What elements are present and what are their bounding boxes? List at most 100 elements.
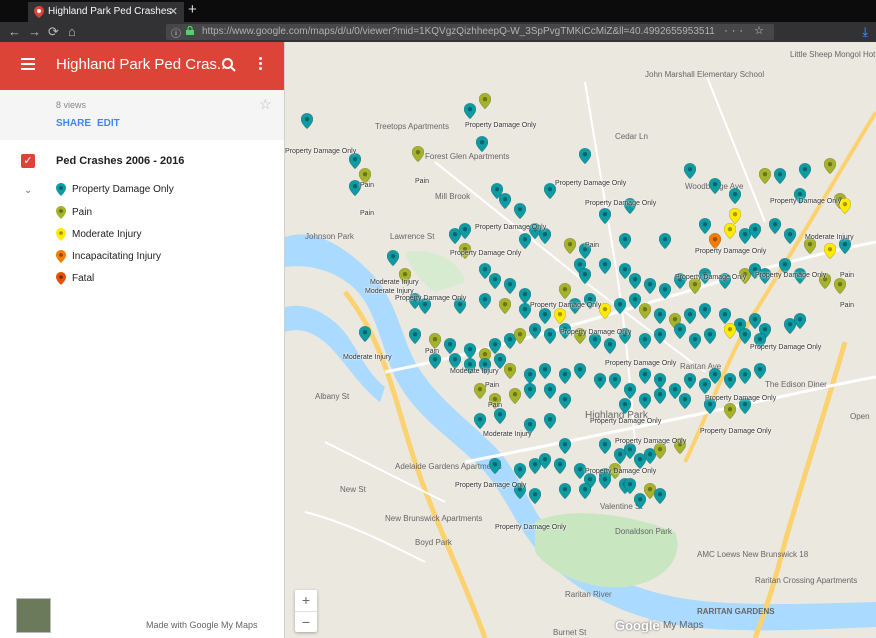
- crash-marker-pin-icon[interactable]: [523, 382, 537, 400]
- crash-marker-pin-icon[interactable]: [528, 322, 542, 340]
- crash-marker-pin-icon[interactable]: [723, 222, 737, 240]
- crash-marker-pin-icon[interactable]: [793, 312, 807, 330]
- page-actions[interactable]: ··· ☆: [724, 24, 768, 37]
- crash-marker-pin-icon[interactable]: [498, 192, 512, 210]
- crash-marker-pin-icon[interactable]: [738, 327, 752, 345]
- new-tab-button[interactable]: +: [188, 1, 197, 18]
- layer-checkbox[interactable]: ✓: [21, 154, 35, 168]
- satellite-toggle[interactable]: [16, 598, 51, 633]
- crash-marker-pin-icon[interactable]: [703, 327, 717, 345]
- crash-marker-pin-icon[interactable]: [658, 232, 672, 250]
- crash-marker-pin-icon[interactable]: [698, 217, 712, 235]
- crash-marker-pin-icon[interactable]: [753, 362, 767, 380]
- crash-marker-pin-icon[interactable]: [386, 249, 400, 267]
- home-button[interactable]: ⌂: [68, 24, 76, 39]
- crash-marker-pin-icon[interactable]: [773, 167, 787, 185]
- crash-marker-pin-icon[interactable]: [833, 277, 847, 295]
- crash-marker-pin-icon[interactable]: [603, 337, 617, 355]
- share-button[interactable]: SHARE: [56, 118, 91, 129]
- crash-marker-pin-icon[interactable]: [473, 412, 487, 430]
- edit-button[interactable]: EDIT: [97, 118, 120, 129]
- crash-marker-pin-icon[interactable]: [498, 297, 512, 315]
- crash-marker-pin-icon[interactable]: [463, 342, 477, 360]
- info-icon[interactable]: ⓘ: [171, 25, 181, 40]
- crash-marker-pin-icon[interactable]: [408, 327, 422, 345]
- crash-marker-pin-icon[interactable]: [643, 277, 657, 295]
- crash-marker-pin-icon[interactable]: [538, 452, 552, 470]
- crash-marker-pin-icon[interactable]: [748, 222, 762, 240]
- crash-marker-pin-icon[interactable]: [658, 282, 672, 300]
- crash-marker-pin-icon[interactable]: [523, 367, 537, 385]
- crash-marker-pin-icon[interactable]: [578, 147, 592, 165]
- crash-marker-pin-icon[interactable]: [783, 227, 797, 245]
- crash-marker-pin-icon[interactable]: [653, 327, 667, 345]
- crash-marker-pin-icon[interactable]: [598, 257, 612, 275]
- crash-marker-pin-icon[interactable]: [688, 332, 702, 350]
- crash-marker-pin-icon[interactable]: [503, 277, 517, 295]
- crash-marker-pin-icon[interactable]: [463, 102, 477, 120]
- menu-icon[interactable]: [21, 58, 35, 70]
- crash-marker-pin-icon[interactable]: [738, 367, 752, 385]
- crash-marker-pin-icon[interactable]: [678, 392, 692, 410]
- crash-marker-pin-icon[interactable]: [723, 402, 737, 420]
- crash-marker-pin-icon[interactable]: [718, 307, 732, 325]
- crash-marker-pin-icon[interactable]: [448, 352, 462, 370]
- crash-marker-pin-icon[interactable]: [578, 267, 592, 285]
- crash-marker-pin-icon[interactable]: [638, 392, 652, 410]
- crash-marker-pin-icon[interactable]: [598, 437, 612, 455]
- crash-marker-pin-icon[interactable]: [538, 307, 552, 325]
- crash-marker-pin-icon[interactable]: [558, 392, 572, 410]
- crash-marker-pin-icon[interactable]: [478, 92, 492, 110]
- crash-marker-pin-icon[interactable]: [618, 397, 632, 415]
- crash-marker-pin-icon[interactable]: [553, 457, 567, 475]
- crash-marker-pin-icon[interactable]: [683, 162, 697, 180]
- crash-marker-pin-icon[interactable]: [493, 407, 507, 425]
- crash-marker-pin-icon[interactable]: [443, 337, 457, 355]
- crash-marker-pin-icon[interactable]: [798, 162, 812, 180]
- crash-marker-pin-icon[interactable]: [543, 327, 557, 345]
- crash-marker-pin-icon[interactable]: [411, 145, 425, 163]
- crash-marker-pin-icon[interactable]: [528, 487, 542, 505]
- crash-marker-pin-icon[interactable]: [458, 222, 472, 240]
- crash-marker-pin-icon[interactable]: [558, 482, 572, 500]
- crash-marker-pin-icon[interactable]: [543, 412, 557, 430]
- crash-marker-pin-icon[interactable]: [653, 307, 667, 325]
- crash-marker-pin-icon[interactable]: [618, 232, 632, 250]
- crash-marker-pin-icon[interactable]: [358, 325, 372, 343]
- crash-marker-pin-icon[interactable]: [708, 232, 722, 250]
- crash-marker-pin-icon[interactable]: [728, 207, 742, 225]
- crash-marker-pin-icon[interactable]: [613, 297, 627, 315]
- crash-marker-pin-icon[interactable]: [823, 157, 837, 175]
- close-tab-icon[interactable]: ✕: [169, 5, 178, 18]
- more-options-icon[interactable]: [259, 57, 263, 73]
- zoom-out-button[interactable]: −: [295, 611, 317, 633]
- crash-marker-pin-icon[interactable]: [578, 482, 592, 500]
- crash-marker-pin-icon[interactable]: [683, 307, 697, 325]
- collapse-chevron-icon[interactable]: ⌄: [24, 185, 32, 196]
- star-icon[interactable]: ☆: [259, 96, 272, 113]
- crash-marker-pin-icon[interactable]: [608, 372, 622, 390]
- crash-marker-pin-icon[interactable]: [598, 207, 612, 225]
- map-canvas[interactable]: John Marshall Elementary School Little S…: [285, 42, 876, 638]
- crash-marker-pin-icon[interactable]: [653, 372, 667, 390]
- crash-marker-pin-icon[interactable]: [573, 362, 587, 380]
- crash-marker-pin-icon[interactable]: [698, 302, 712, 320]
- crash-marker-pin-icon[interactable]: [428, 332, 442, 350]
- zoom-in-button[interactable]: +: [295, 590, 317, 611]
- reload-button[interactable]: ⟳: [48, 24, 59, 40]
- crash-marker-pin-icon[interactable]: [558, 282, 572, 300]
- crash-marker-pin-icon[interactable]: [708, 177, 722, 195]
- url-bar[interactable]: ⓘ https://www.google.com/maps/d/u/0/view…: [166, 24, 774, 40]
- crash-marker-pin-icon[interactable]: [623, 477, 637, 495]
- crash-marker-pin-icon[interactable]: [723, 372, 737, 390]
- crash-marker-pin-icon[interactable]: [683, 372, 697, 390]
- crash-marker-pin-icon[interactable]: [653, 442, 667, 460]
- crash-marker-pin-icon[interactable]: [638, 367, 652, 385]
- crash-marker-pin-icon[interactable]: [628, 272, 642, 290]
- crash-marker-pin-icon[interactable]: [558, 437, 572, 455]
- crash-marker-pin-icon[interactable]: [478, 292, 492, 310]
- crash-marker-pin-icon[interactable]: [593, 372, 607, 390]
- crash-marker-pin-icon[interactable]: [638, 302, 652, 320]
- crash-marker-pin-icon[interactable]: [723, 322, 737, 340]
- crash-marker-pin-icon[interactable]: [653, 387, 667, 405]
